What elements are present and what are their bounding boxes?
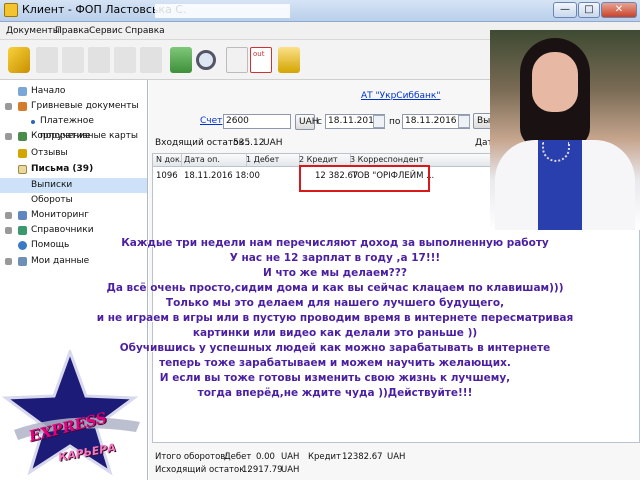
promo-line: И что же мы делаем??? [263, 267, 407, 279]
account-link[interactable]: Счет [200, 116, 222, 126]
expand-icon[interactable] [5, 227, 12, 234]
menu-documents[interactable]: Документы [6, 26, 60, 36]
turnover-credit-value: 12382.67 [342, 452, 383, 462]
search-icon[interactable] [196, 50, 216, 70]
sidebar-item-hryvnia-documents[interactable]: Гривневые документы [0, 99, 147, 114]
bank-name-link[interactable]: АТ "УкрСиббанк" [361, 91, 441, 101]
promo-line: Да всё очень просто,сидим дома и как вы … [106, 282, 564, 294]
menu-edit[interactable]: Правка [55, 26, 89, 36]
edit-document-icon[interactable] [88, 47, 110, 73]
turnover-credit-currency: UAH [387, 452, 406, 462]
sign-document-icon[interactable] [140, 47, 162, 73]
header-credit[interactable]: 2 Кредит [299, 155, 338, 164]
photo-face [532, 52, 578, 112]
sidebar-item-label: Обороты [31, 195, 73, 205]
expand-icon[interactable] [5, 133, 12, 140]
sidebar-item-reviews[interactable]: Отзывы [0, 146, 147, 161]
promo-line: Каждые три недели нам перечисляют доход … [121, 237, 549, 249]
document-icon[interactable] [226, 47, 248, 73]
title-bar: Клиент - ФОП Ластовська С. — □ ✕ [0, 0, 640, 22]
sidebar-item-label: Начало [31, 86, 66, 96]
turnover-debit-label: Дебет [224, 452, 252, 462]
print-icon[interactable] [170, 47, 192, 73]
help-icon [18, 241, 27, 250]
bullet-icon [31, 120, 35, 124]
user-data-icon [18, 257, 27, 266]
home-icon [18, 87, 27, 96]
sidebar-item-payment-order[interactable]: Платежное поручение [0, 114, 147, 141]
sidebar-item-monitoring[interactable]: Мониторинг [0, 208, 147, 223]
sidebar-item-turnovers[interactable]: Обороты [0, 193, 147, 208]
account-input[interactable]: 2600 [223, 114, 291, 129]
closing-balance-currency: UAH [281, 465, 300, 475]
calendar-from-icon[interactable] [373, 115, 385, 128]
folder-icon [18, 102, 27, 111]
from-label: с [317, 117, 322, 127]
sidebar-item-label: Гривневые документы [31, 101, 139, 111]
sidebar-item-home[interactable]: Начало [0, 84, 147, 99]
closing-balance-value: 12917.79 [242, 465, 283, 475]
sidebar-item-letters[interactable]: Письма (39) [0, 162, 147, 177]
close-button[interactable]: ✕ [601, 2, 637, 18]
woman-photo [490, 30, 640, 230]
collapse-icon[interactable] [5, 103, 12, 110]
sidebar-item-corporate-cards[interactable]: Корпоративные карты [0, 129, 147, 144]
delete-document-icon[interactable] [114, 47, 136, 73]
new-document-icon[interactable] [36, 47, 58, 73]
sidebar-item-label: Корпоративные карты [31, 131, 139, 141]
sidebar-item-statements[interactable]: Выписки [0, 178, 147, 193]
opening-balance-value: 535.12 [233, 138, 265, 148]
copy-document-icon[interactable] [62, 47, 84, 73]
calendar-to-icon[interactable] [458, 115, 470, 128]
closing-balance-label: Исходящий остаток : [155, 465, 250, 475]
card-icon [18, 132, 27, 141]
currency-select[interactable]: UAH [295, 114, 319, 130]
promo-line: картинки или видео как делали это раньше… [192, 327, 478, 339]
stamp-icon[interactable] [278, 47, 300, 73]
header-debit[interactable]: 1 Дебет [246, 155, 279, 164]
monitor-icon [18, 211, 27, 220]
header-date[interactable]: Дата оп. [184, 155, 220, 164]
expand-icon[interactable] [5, 258, 12, 265]
menu-help[interactable]: Справка [125, 26, 165, 36]
turnover-debit-value: 0.00 [256, 452, 275, 462]
sidebar-item-label: Выписки [31, 180, 73, 190]
row-doc-number: 1096 [156, 171, 178, 181]
promo-line: Только мы это делаем для нашего лучшего … [165, 297, 505, 309]
title-redaction [155, 4, 290, 18]
minimize-button[interactable]: — [553, 2, 577, 18]
turnover-debit-currency: UAH [281, 452, 300, 462]
sidebar-item-label: Мониторинг [31, 210, 89, 220]
envelope-icon [18, 165, 27, 174]
reviews-icon [18, 149, 27, 158]
key-icon[interactable] [8, 47, 30, 73]
app-icon [4, 3, 18, 17]
highlight-box [299, 165, 430, 192]
sidebar-item-label: Отзывы [31, 148, 68, 158]
book-icon [18, 226, 27, 235]
to-label: по [389, 117, 401, 127]
header-correspondent[interactable]: 3 Корреспондент [350, 155, 423, 164]
export-out-icon[interactable]: out [250, 47, 272, 73]
turnover-label: Итого оборотов: [155, 452, 229, 462]
promo-line: и не играем в игры или в пустую проводим… [96, 312, 574, 324]
maximize-button[interactable]: □ [578, 2, 600, 18]
export-out-label: out [253, 50, 265, 58]
row-date: 18.11.2016 18:00 [184, 171, 260, 181]
promo-line: У нас не 12 зарплат в году ,а 17!!! [229, 252, 441, 264]
header-doc-number[interactable]: N док. [156, 155, 182, 164]
turnover-credit-label: Кредит [308, 452, 342, 462]
menu-service[interactable]: Сервис [89, 26, 123, 36]
expand-icon[interactable] [5, 212, 12, 219]
opening-balance-currency: UAH [263, 138, 283, 148]
sidebar-item-label: Письма (39) [31, 164, 94, 174]
